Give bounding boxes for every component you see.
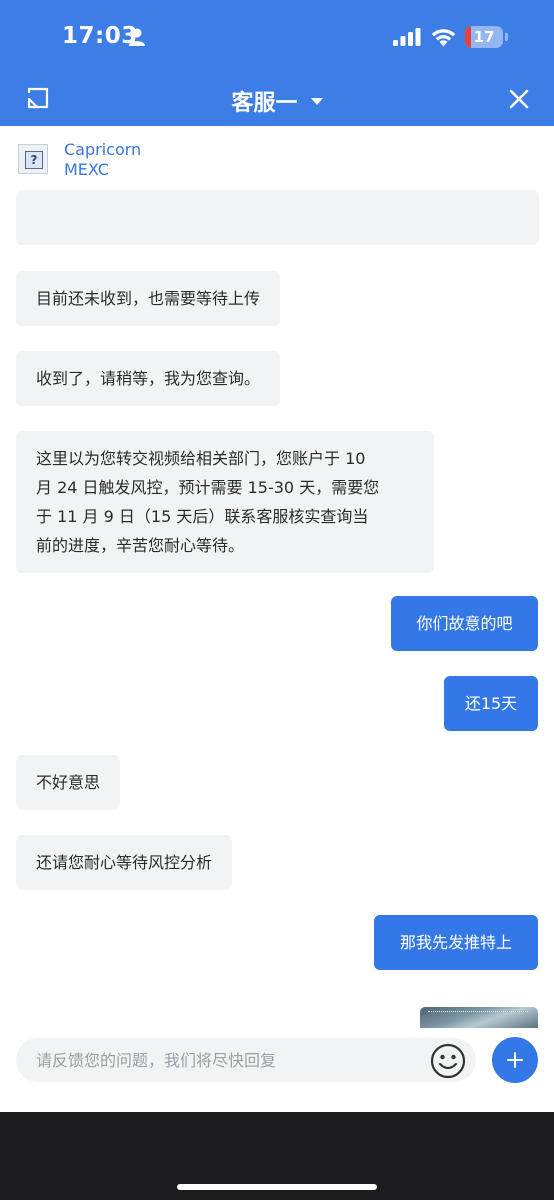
input-bar bbox=[0, 1028, 554, 1112]
user-message: 那我先发推特上 bbox=[374, 915, 538, 970]
message-text: 你们故意的吧 bbox=[416, 614, 513, 633]
broken-image-icon: ? bbox=[18, 144, 48, 174]
message-input[interactable] bbox=[36, 1038, 426, 1082]
user-message: 你们故意的吧 bbox=[391, 596, 538, 651]
message-text: 还请您耐心等待风控分析 bbox=[36, 853, 213, 872]
image-attachment[interactable] bbox=[420, 1007, 538, 1028]
home-indicator-area bbox=[0, 1112, 554, 1200]
message-text: 还15天 bbox=[464, 694, 518, 713]
cellular-signal-icon bbox=[393, 28, 421, 46]
smiley-face-icon[interactable] bbox=[430, 1043, 466, 1079]
agent-message: 不好意思 bbox=[16, 755, 121, 810]
message-text: 于 11 月 9 日（15 天后）联系客服核实查询当 bbox=[36, 507, 369, 526]
caret-down-icon[interactable] bbox=[310, 97, 323, 105]
battery-indicator: 17 bbox=[465, 26, 503, 48]
message-text: 目前还未收到，也需要等待上传 bbox=[36, 289, 261, 308]
user-message: 还15天 bbox=[444, 676, 538, 731]
top-bar: 17:03 17 客服一 bbox=[0, 0, 554, 126]
agent-selector[interactable]: 客服一 bbox=[0, 85, 554, 117]
message-input-box[interactable] bbox=[16, 1038, 476, 1082]
message-text: 不好意思 bbox=[36, 773, 101, 792]
battery-level: 17 bbox=[473, 28, 495, 46]
battery-cap bbox=[505, 33, 508, 41]
message-text: 那我先发推特上 bbox=[399, 933, 512, 952]
agent-message: 这里以为您转交视频给相关部门，您账户于 10 月 24 日触发风控，预计需要 1… bbox=[16, 431, 434, 573]
wifi-icon bbox=[431, 29, 456, 47]
agent-message: 还请您耐心等待风控分析 bbox=[16, 835, 233, 890]
message-text: 月 24 日触发风控，预计需要 15-30 天，需要您 bbox=[36, 478, 380, 497]
close-icon[interactable] bbox=[508, 88, 530, 110]
message-text: 前的进度，辛苦您耐心等待。 bbox=[36, 536, 245, 555]
home-indicator[interactable] bbox=[177, 1184, 377, 1190]
status-time: 17:03 bbox=[62, 23, 138, 49]
agent-message: 收到了，请稍等，我为您查询。 bbox=[16, 351, 281, 406]
merchant-name[interactable]: Capricorn bbox=[64, 140, 141, 159]
status-bar: 17:03 17 bbox=[0, 0, 554, 76]
merchant-platform[interactable]: MEXC bbox=[64, 160, 109, 179]
agent-message bbox=[16, 190, 539, 245]
page-title[interactable]: 客服一 bbox=[231, 91, 297, 116]
message-text: 这里以为您转交视频给相关部门，您账户于 10 bbox=[36, 449, 366, 468]
person-icon bbox=[129, 28, 145, 46]
agent-message: 目前还未收到，也需要等待上传 bbox=[16, 271, 281, 326]
message-text: 收到了，请稍等，我为您查询。 bbox=[36, 369, 261, 388]
nav-bar: 客服一 bbox=[0, 76, 554, 126]
add-attachment-button[interactable] bbox=[492, 1037, 538, 1083]
